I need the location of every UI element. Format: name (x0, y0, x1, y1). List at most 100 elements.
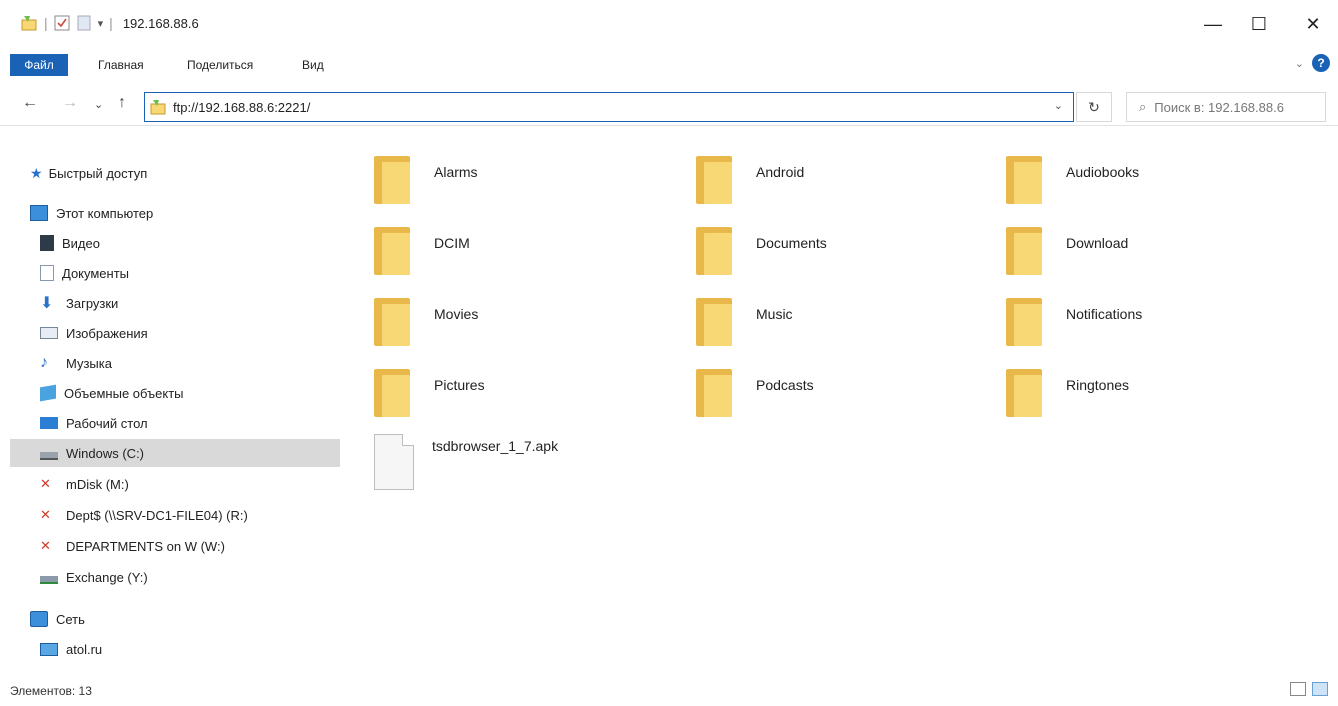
navigation-bar: ← → ⌄ ↑ ftp://192.168.88.6:2221/ ⌄ ↻ ⌕ П… (0, 86, 1338, 126)
address-dropdown-icon[interactable]: ⌄ (1054, 99, 1063, 112)
folder-item[interactable]: Notifications (982, 288, 1282, 352)
folder-item[interactable]: DCIM (350, 217, 650, 281)
folder-item[interactable]: Alarms (350, 146, 650, 210)
folder-item[interactable]: Music (672, 288, 972, 352)
folder-label: Music (756, 306, 793, 322)
sidebar-item-label: DEPARTMENTS on W (W:) (66, 538, 225, 554)
back-icon[interactable]: ← (22, 94, 38, 112)
folder-icon (1006, 156, 1042, 204)
title-bar: | ▾ | 192.168.88.6 — ☐ ✕ (0, 0, 1338, 50)
sidebar-item-label: Объемные объекты (64, 385, 184, 401)
file-item[interactable]: tsdbrowser_1_7.apk (350, 424, 670, 494)
folder-item[interactable]: Pictures (350, 359, 650, 423)
sidebar-item-pictures[interactable]: Изображения (40, 319, 340, 347)
recent-locations-icon[interactable]: ⌄ (94, 98, 103, 111)
sidebar-item-quick-access[interactable]: ★ Быстрый доступ (30, 159, 340, 187)
forward-icon[interactable]: → (62, 94, 78, 112)
folder-item[interactable]: Android (672, 146, 972, 210)
folder-icon (696, 369, 732, 417)
sidebar-item-dept[interactable]: ✕ Dept$ (\\SRV-DC1-FILE04) (R:) (40, 501, 340, 529)
file-label: tsdbrowser_1_7.apk (432, 438, 559, 454)
downloads-icon: ⬇ (40, 295, 54, 312)
ftp-folder-icon (150, 100, 166, 115)
folder-item[interactable]: Ringtones (982, 359, 1282, 423)
tab-share[interactable]: Поделиться (187, 54, 253, 76)
sidebar-item-label: mDisk (M:) (66, 476, 129, 492)
quick-access-toolbar: | ▾ | 192.168.88.6 (20, 14, 199, 32)
pictures-icon (40, 327, 58, 339)
navigation-pane: ★ Быстрый доступ Этот компьютер Видео До… (10, 150, 340, 670)
folder-icon (1006, 369, 1042, 417)
folder-icon (374, 298, 410, 346)
music-icon: ♪ (40, 354, 48, 371)
separator: | (44, 15, 48, 31)
network-icon (30, 611, 48, 627)
sidebar-item-mdisk[interactable]: ✕ mDisk (M:) (40, 470, 340, 498)
network-drive-disconnected-icon: ✕ (40, 538, 51, 553)
new-folder-icon[interactable] (76, 15, 92, 31)
folder-icon (1006, 298, 1042, 346)
large-icons-view-icon[interactable] (1312, 682, 1328, 696)
up-icon[interactable]: ↑ (118, 94, 126, 112)
sidebar-item-windows-c[interactable]: Windows (C:) (10, 439, 340, 467)
sidebar-item-music[interactable]: ♪ Музыка (40, 349, 340, 377)
maximize-button[interactable]: ☐ (1236, 8, 1282, 40)
network-drive-icon (40, 576, 58, 584)
sidebar-item-downloads[interactable]: ⬇ Загрузки (40, 289, 340, 317)
folder-label: Notifications (1066, 306, 1143, 322)
network-computer-icon (40, 642, 58, 656)
sidebar-item-label: Сеть (56, 611, 85, 627)
sidebar-item-label: Рабочий стол (66, 415, 148, 431)
sidebar-item-label: Видео (62, 235, 100, 251)
sidebar-item-label: Изображения (66, 325, 148, 341)
address-path[interactable]: ftp://192.168.88.6:2221/ (173, 100, 310, 115)
folder-icon (374, 369, 410, 417)
sidebar-item-departments[interactable]: ✕ DEPARTMENTS on W (W:) (40, 532, 340, 560)
address-bar[interactable]: ftp://192.168.88.6:2221/ ⌄ (144, 92, 1074, 122)
folder-icon (696, 227, 732, 275)
minimize-button[interactable]: — (1190, 8, 1236, 40)
folder-label: DCIM (434, 235, 470, 251)
documents-icon (40, 265, 54, 281)
file-icon (374, 434, 414, 490)
folder-icon (374, 227, 410, 275)
sidebar-item-documents[interactable]: Документы (40, 259, 340, 287)
folder-item[interactable]: Audiobooks (982, 146, 1282, 210)
details-view-icon[interactable] (1290, 682, 1306, 696)
window-title: 192.168.88.6 (122, 15, 199, 31)
help-icon[interactable]: ? (1312, 54, 1330, 72)
search-input[interactable]: ⌕ Поиск в: 192.168.88.6 (1126, 92, 1326, 122)
sidebar-item-label: atol.ru (66, 641, 103, 657)
folder-icon (696, 298, 732, 346)
expand-ribbon-icon[interactable]: ⌄ (1295, 57, 1304, 70)
ftp-folder-icon (21, 16, 37, 31)
folder-label: Alarms (434, 164, 478, 180)
status-bar: Элементов: 13 (0, 676, 1338, 706)
sidebar-item-video[interactable]: Видео (40, 229, 340, 257)
sidebar-item-atol[interactable]: atol.ru (40, 635, 340, 663)
properties-icon[interactable] (54, 15, 70, 31)
folder-label: Android (756, 164, 805, 180)
desktop-icon (40, 417, 58, 429)
tab-home[interactable]: Главная (98, 54, 144, 76)
sidebar-item-3d-objects[interactable]: Объемные объекты (40, 379, 340, 407)
ribbon-controls: ⌄ ? (1295, 54, 1330, 72)
folder-item[interactable]: Movies (350, 288, 650, 352)
sidebar-item-label: Windows (C:) (66, 445, 145, 461)
close-button[interactable]: ✕ (1290, 8, 1336, 40)
tab-view[interactable]: Вид (302, 54, 324, 76)
folder-item[interactable]: Download (982, 217, 1282, 281)
3d-objects-icon (40, 384, 56, 402)
sidebar-item-network[interactable]: Сеть (30, 605, 340, 633)
customize-toolbar-icon[interactable]: ▾ (98, 17, 104, 30)
sidebar-item-exchange[interactable]: Exchange (Y:) (40, 563, 340, 591)
tab-file[interactable]: Файл (10, 54, 68, 76)
folder-icon (1006, 227, 1042, 275)
folder-label: Audiobooks (1066, 164, 1140, 180)
refresh-button[interactable]: ↻ (1076, 92, 1112, 122)
sidebar-item-desktop[interactable]: Рабочий стол (40, 409, 340, 437)
sidebar-item-this-pc[interactable]: Этот компьютер (30, 199, 340, 227)
sidebar-item-label: Exchange (Y:) (66, 569, 148, 585)
folder-item[interactable]: Podcasts (672, 359, 972, 423)
folder-item[interactable]: Documents (672, 217, 972, 281)
